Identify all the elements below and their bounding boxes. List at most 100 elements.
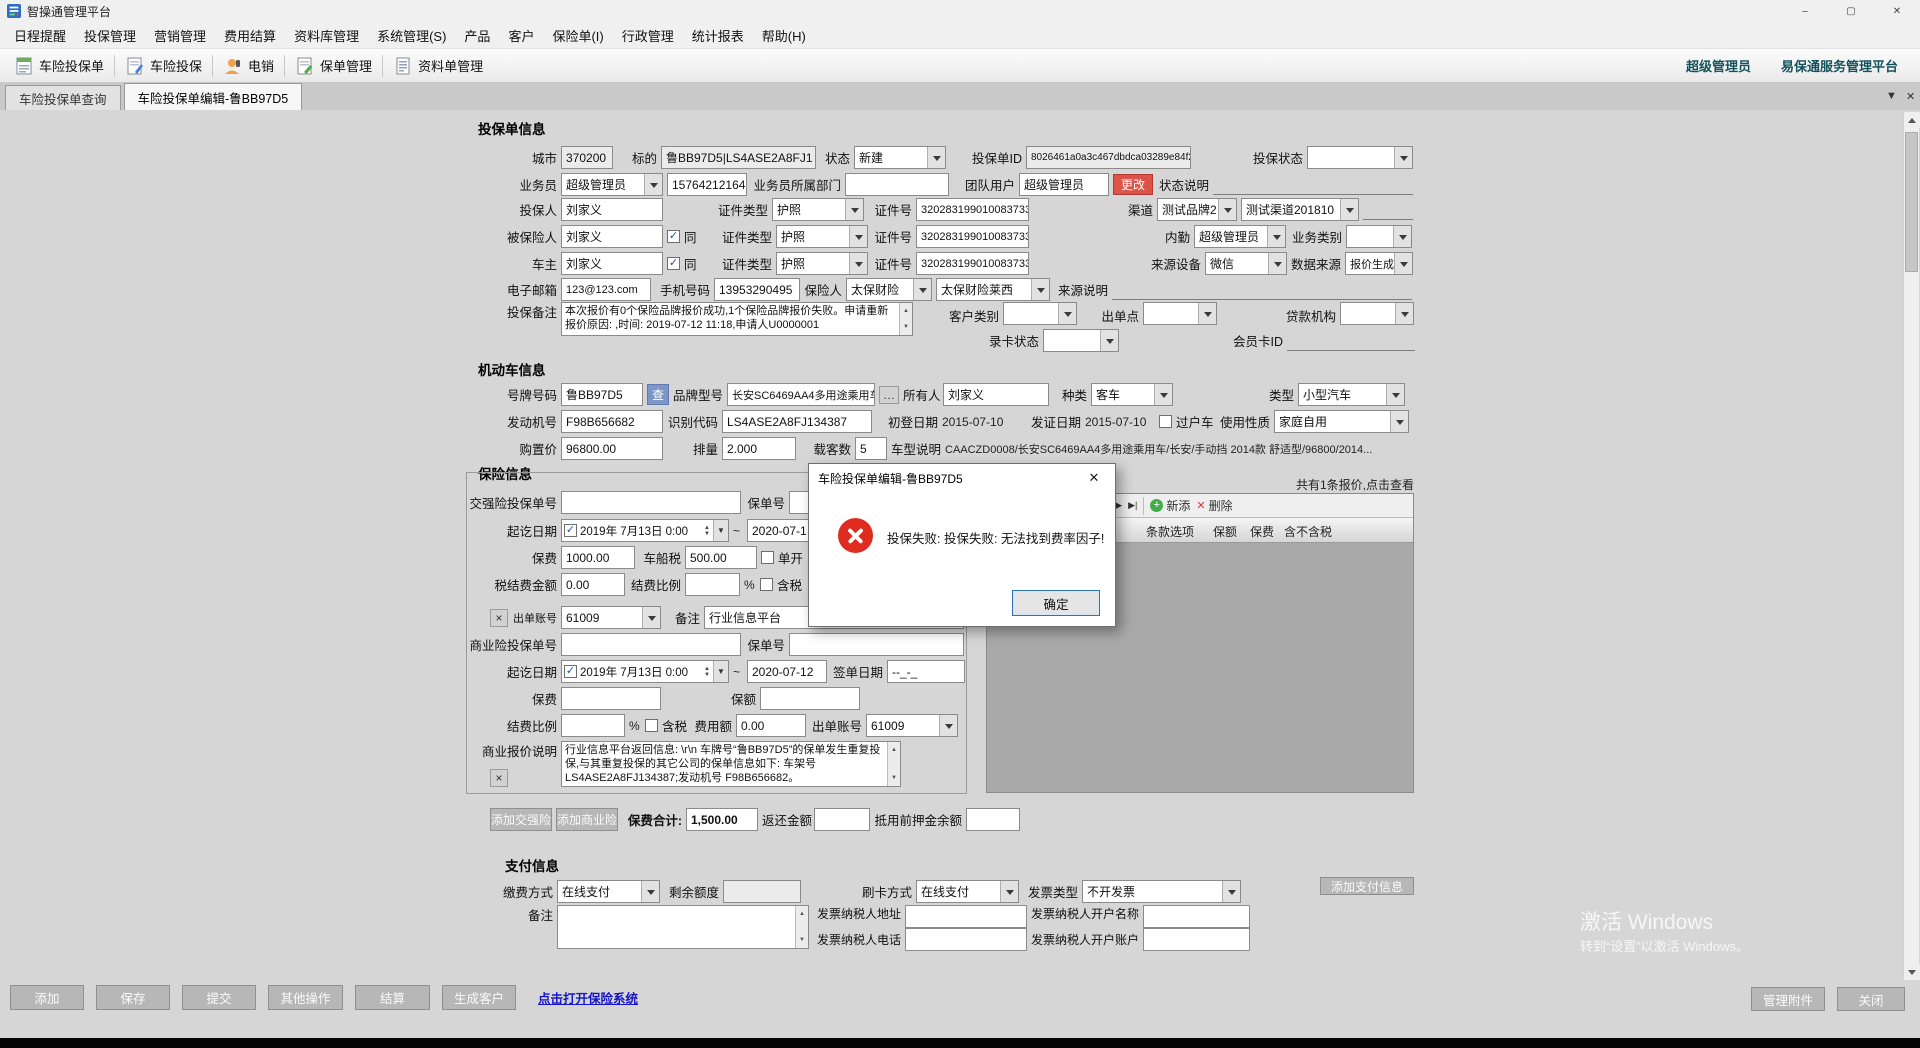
menu-item-schedule[interactable]: 日程提醒	[5, 22, 75, 49]
biz-premium-input[interactable]	[561, 687, 661, 710]
salesman-select[interactable]: 超级管理员	[561, 173, 663, 196]
source-desc-input[interactable]	[1112, 279, 1412, 300]
cmp-remove-button[interactable]: ×	[490, 608, 508, 627]
city-input[interactable]: 370200	[561, 146, 613, 169]
applicant-id-no-input[interactable]: 320283199010083733	[916, 198, 1029, 221]
brand-more-button[interactable]: …	[879, 385, 899, 404]
card-method-select[interactable]: 在线支付	[916, 880, 1019, 903]
applicant-id-type-select[interactable]: 护照	[772, 198, 864, 221]
minimize-icon[interactable]: –	[1782, 0, 1828, 22]
scroll-up-arrow[interactable]	[1904, 112, 1920, 128]
owner-same-checkbox[interactable]	[667, 257, 680, 270]
toolbar-btn-policy-mgmt[interactable]: 保单管理	[287, 52, 380, 80]
toolbar-btn-doc-mgmt[interactable]: 资料单管理	[385, 52, 491, 80]
invoice-name-input[interactable]	[1143, 905, 1250, 928]
tab-close-icon[interactable]: ✕	[1906, 90, 1915, 103]
nav-next-icon[interactable]: ▶	[1115, 500, 1122, 511]
quote-add-button[interactable]: + 新添	[1150, 497, 1190, 514]
tab-policy-query[interactable]: 车险投保单查询	[5, 85, 121, 110]
biz-apply-no-input[interactable]	[561, 633, 741, 656]
date-dropdown-icon[interactable]: ▼	[713, 661, 728, 682]
save-button[interactable]: 保存	[96, 985, 170, 1010]
date-enabled-checkbox[interactable]	[564, 665, 577, 678]
apply-remark-textarea[interactable]: 本次报价有0个保险品牌报价成功,1个保险品牌报价失败。申请重新报价原因: ,时间…	[561, 302, 913, 336]
add-compulsory-button[interactable]: 添加交强险	[490, 808, 552, 831]
total-premium-input[interactable]: 1,500.00	[686, 808, 758, 831]
scroll-down-icon[interactable]: ▼	[891, 771, 897, 785]
internal-staff-select[interactable]: 超级管理员	[1194, 225, 1286, 248]
team-user-input[interactable]: 超级管理员	[1019, 173, 1109, 196]
taskbar[interactable]	[0, 1038, 1920, 1048]
scroll-down-arrow[interactable]	[1904, 964, 1920, 980]
textarea-scrollbar[interactable]: ▲ ▼	[899, 303, 912, 335]
biz-end-date-input[interactable]: 2020-07-12	[747, 660, 827, 683]
email-input[interactable]: 123@123.com	[561, 278, 651, 301]
cmp-premium-input[interactable]: 1000.00	[561, 546, 635, 569]
col-header-premium[interactable]: 保费	[1250, 523, 1274, 540]
refund-input[interactable]	[814, 808, 870, 831]
dept-input[interactable]	[845, 173, 949, 196]
biz-quote-desc-textarea[interactable]: 行业信息平台返回信息: \r\n 车牌号“鲁BB97D5”的保单发生重复投保,与…	[561, 741, 901, 787]
owner-id-type-select[interactable]: 护照	[776, 252, 868, 275]
outlet-select[interactable]	[1143, 302, 1217, 325]
owner-id-no-input[interactable]: 320283199010083733	[916, 252, 1029, 275]
subject-input[interactable]: 鲁BB97D5|LS4ASE2A8FJ1	[661, 146, 816, 169]
add-button[interactable]: 添加	[10, 985, 84, 1010]
manage-attachments-button[interactable]: 管理附件	[1751, 987, 1825, 1011]
open-insurance-system-link[interactable]: 点击打开保险系统	[538, 988, 638, 1007]
vehicle-owner-input[interactable]: 刘家义	[943, 383, 1049, 406]
biz-amount-input[interactable]	[760, 687, 860, 710]
usage-select[interactable]: 家庭自用	[1274, 410, 1409, 433]
tax-settle-input[interactable]: 0.00	[561, 573, 625, 596]
engine-no-input[interactable]: F98B656682	[561, 410, 663, 433]
menu-item-marketing[interactable]: 营销管理	[145, 22, 215, 49]
biz-start-date-picker[interactable]: 2019年 7月13日 0:00 ▲▼ ▼	[561, 660, 729, 683]
channel-detail-select[interactable]: 测试渠道201810	[1241, 198, 1359, 221]
salesman-phone-input[interactable]: 15764212164	[667, 173, 747, 196]
cmp-apply-no-input[interactable]	[561, 491, 741, 514]
maximize-icon[interactable]: ▢	[1828, 0, 1874, 22]
vehicle-kind-select[interactable]: 客车	[1091, 383, 1173, 406]
menu-item-apply-mgmt[interactable]: 投保管理	[75, 22, 145, 49]
vehicle-type-select[interactable]: 小型汽车	[1298, 383, 1405, 406]
displacement-input[interactable]: 2.000	[722, 437, 796, 460]
submit-button[interactable]: 提交	[182, 985, 256, 1010]
menu-item-report[interactable]: 统计报表	[683, 22, 753, 49]
date-spinner[interactable]: ▲ ▼	[704, 525, 710, 537]
tax-incl-checkbox[interactable]	[760, 578, 773, 591]
plate-input[interactable]: 鲁BB97D5	[561, 383, 643, 406]
cmp-account-select[interactable]: 61009	[561, 606, 661, 629]
card-status-select[interactable]	[1043, 329, 1119, 352]
biz-class-select[interactable]	[1346, 225, 1412, 248]
pay-remark-textarea[interactable]: ▲ ▼	[557, 905, 809, 949]
car-owner-input[interactable]: 刘家义	[561, 252, 663, 275]
settle-button[interactable]: 结算	[355, 985, 430, 1010]
pay-method-select[interactable]: 在线支付	[557, 880, 660, 903]
quote-delete-button[interactable]: ✕ 删除	[1196, 497, 1232, 514]
purchase-price-input[interactable]: 96800.00	[561, 437, 663, 460]
member-id-input[interactable]	[1287, 330, 1415, 351]
vertical-scrollbar[interactable]	[1903, 112, 1920, 980]
ok-button[interactable]: 确定	[1012, 590, 1100, 616]
single-issue-checkbox[interactable]	[761, 551, 774, 564]
cmp-start-date-picker[interactable]: 2019年 7月13日 0:00 ▲▼ ▼	[561, 519, 729, 542]
data-source-select[interactable]: 报价生成	[1345, 252, 1413, 275]
biz-fee-input[interactable]: 0.00	[736, 714, 806, 737]
menu-item-customer[interactable]: 客户	[499, 22, 543, 49]
scroll-down-icon[interactable]: ▼	[903, 320, 909, 334]
biz-policy-no-input[interactable]	[789, 633, 964, 656]
cust-class-select[interactable]	[1003, 302, 1077, 325]
nav-last-icon[interactable]: ▶|	[1128, 500, 1137, 511]
spin-down-icon[interactable]: ▼	[704, 672, 710, 678]
spin-down-icon[interactable]: ▼	[704, 531, 710, 537]
invoice-type-select[interactable]: 不开发票	[1082, 880, 1241, 903]
scrollbar-thumb[interactable]	[1905, 132, 1918, 272]
tab-policy-edit[interactable]: 车险投保单编辑-鲁BB97D5	[123, 83, 303, 110]
source-device-select[interactable]: 微信	[1205, 252, 1287, 275]
channel-brand-select[interactable]: 测试品牌2	[1157, 198, 1237, 221]
insurer-select[interactable]: 太保财险	[846, 278, 932, 301]
scroll-up-icon[interactable]: ▲	[799, 907, 805, 921]
apply-status-select[interactable]	[1307, 146, 1413, 169]
tab-list-icon[interactable]: ▼	[1886, 90, 1897, 102]
dialog-close-icon[interactable]: ✕	[1073, 464, 1115, 492]
